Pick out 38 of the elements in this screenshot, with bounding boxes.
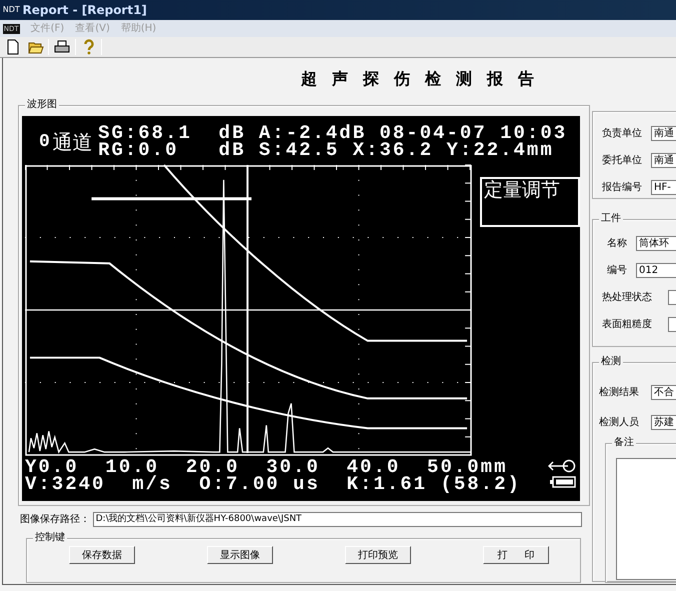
report-title: 超声探伤检测报告	[301, 68, 549, 90]
text-field[interactable]: 012	[636, 263, 676, 278]
field-label: 检测结果	[599, 386, 640, 400]
probe-icon	[548, 459, 576, 473]
field-label: 热处理状态	[602, 290, 653, 305]
field-label: 负责单位	[602, 126, 643, 141]
field-label: 委托单位	[602, 154, 643, 168]
field-label: 编号	[607, 264, 628, 278]
command-button[interactable]: 显示图像	[207, 546, 273, 564]
channel-label: 通道	[52, 129, 93, 156]
status-readout: RG:0.0 dB S:42.5 X:36.2 Y:22.4mm	[98, 142, 555, 159]
group-label: 波形图	[25, 98, 59, 112]
save-path-field[interactable]: D:\我的文档\公司资料\新仪器HY-6800\wave\JSNT	[92, 512, 582, 527]
text-field[interactable]: 筒体环	[636, 236, 676, 251]
text-field[interactable]: HF-	[651, 180, 676, 195]
text-field[interactable]	[668, 290, 676, 305]
text-field[interactable]: 不合	[651, 384, 676, 400]
remarks-field[interactable]	[616, 458, 676, 580]
axis-scale: Y0.0 10.0 20.0 30.0 40.0 50.0mm	[25, 459, 508, 476]
text-field[interactable]: 苏建	[651, 414, 676, 430]
text-field[interactable]: 南通	[651, 126, 676, 141]
field-label: 图像保存路径：	[20, 513, 90, 527]
field-label: 表面粗糙度	[602, 318, 653, 332]
field-label: 名称	[607, 237, 628, 251]
command-button[interactable]: 保存数据	[69, 546, 135, 564]
mode-box: 定量调节	[480, 177, 580, 227]
text-field[interactable]: 南通	[651, 153, 676, 168]
app-icon: NDT	[2, 4, 20, 16]
battery-icon	[550, 476, 576, 488]
status-readout: SG:68.1 dB A:-2.4dB 08-04-07 10:03	[98, 125, 568, 142]
instrument-readout: V:3240 m/s O:7.00 us K:1.61 (58.2)	[25, 476, 521, 493]
text-field[interactable]	[668, 317, 676, 332]
channel-number: 0	[39, 130, 50, 154]
field-label: 报告编号	[602, 180, 643, 195]
command-button[interactable]: 打印预览	[345, 546, 411, 564]
window-title: Report - [Report1]	[22, 2, 147, 19]
command-button[interactable]: 打 印	[483, 546, 549, 564]
field-label: 检测人员	[599, 416, 640, 430]
